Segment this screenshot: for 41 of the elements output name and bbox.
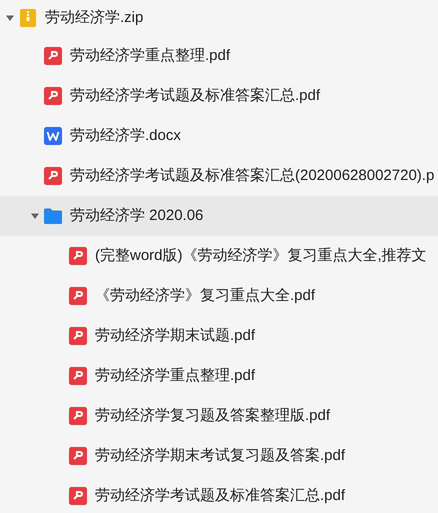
file-name: 劳动经济学考试题及标准答案汇总(20200628002720).p [70, 166, 434, 186]
pdf-file-icon [44, 167, 62, 185]
file-name: 劳动经济学期末考试复习题及答案.pdf [95, 446, 346, 466]
file-name: 《劳动经济学》复习重点大全.pdf [95, 286, 316, 306]
file-name: 劳动经济学期末试题.pdf [95, 326, 256, 346]
file-name: 劳动经济学重点整理.pdf [95, 366, 256, 386]
tree-row[interactable]: (完整word版)《劳动经济学》复习重点大全,推荐文 [0, 236, 438, 276]
tree-row[interactable]: 劳动经济学考试题及标准答案汇总.pdf [0, 476, 438, 513]
tree-row[interactable]: 劳动经济学考试题及标准答案汇总.pdf [0, 76, 438, 116]
pdf-file-icon [69, 447, 87, 465]
file-name: 劳动经济学复习题及答案整理版.pdf [95, 406, 330, 426]
pdf-file-icon [69, 487, 87, 505]
folder-icon [44, 207, 62, 225]
tree-row[interactable]: 劳动经济学重点整理.pdf [0, 356, 438, 396]
folder-name: 劳动经济学 2020.06 [70, 206, 204, 226]
tree-row[interactable]: 劳动经济学.zip [0, 0, 438, 36]
word-file-icon [44, 127, 62, 145]
pdf-file-icon [69, 407, 87, 425]
collapse-arrow-icon[interactable] [5, 13, 15, 23]
tree-row[interactable]: 劳动经济学复习题及答案整理版.pdf [0, 396, 438, 436]
file-name: 劳动经济学重点整理.pdf [70, 46, 230, 66]
zip-file-icon [19, 9, 37, 27]
pdf-file-icon [69, 367, 87, 385]
tree-row[interactable]: 劳动经济学 2020.06 [0, 196, 438, 236]
tree-row[interactable]: 劳动经济学考试题及标准答案汇总(20200628002720).p [0, 156, 438, 196]
file-name: (完整word版)《劳动经济学》复习重点大全,推荐文 [95, 246, 427, 266]
tree-row[interactable]: 劳动经济学期末试题.pdf [0, 316, 438, 356]
pdf-file-icon [69, 287, 87, 305]
pdf-file-icon [44, 87, 62, 105]
pdf-file-icon [44, 47, 62, 65]
file-name: 劳动经济学.zip [45, 8, 144, 28]
pdf-file-icon [69, 247, 87, 265]
tree-row[interactable]: 劳动经济学期末考试复习题及答案.pdf [0, 436, 438, 476]
tree-row[interactable]: 《劳动经济学》复习重点大全.pdf [0, 276, 438, 316]
file-name: 劳动经济学考试题及标准答案汇总.pdf [70, 86, 320, 106]
file-name: 劳动经济学.docx [70, 126, 181, 146]
pdf-file-icon [69, 327, 87, 345]
tree-row[interactable]: 劳动经济学重点整理.pdf [0, 36, 438, 76]
tree-row[interactable]: 劳动经济学.docx [0, 116, 438, 156]
file-name: 劳动经济学考试题及标准答案汇总.pdf [95, 486, 346, 506]
collapse-arrow-icon[interactable] [30, 211, 40, 221]
